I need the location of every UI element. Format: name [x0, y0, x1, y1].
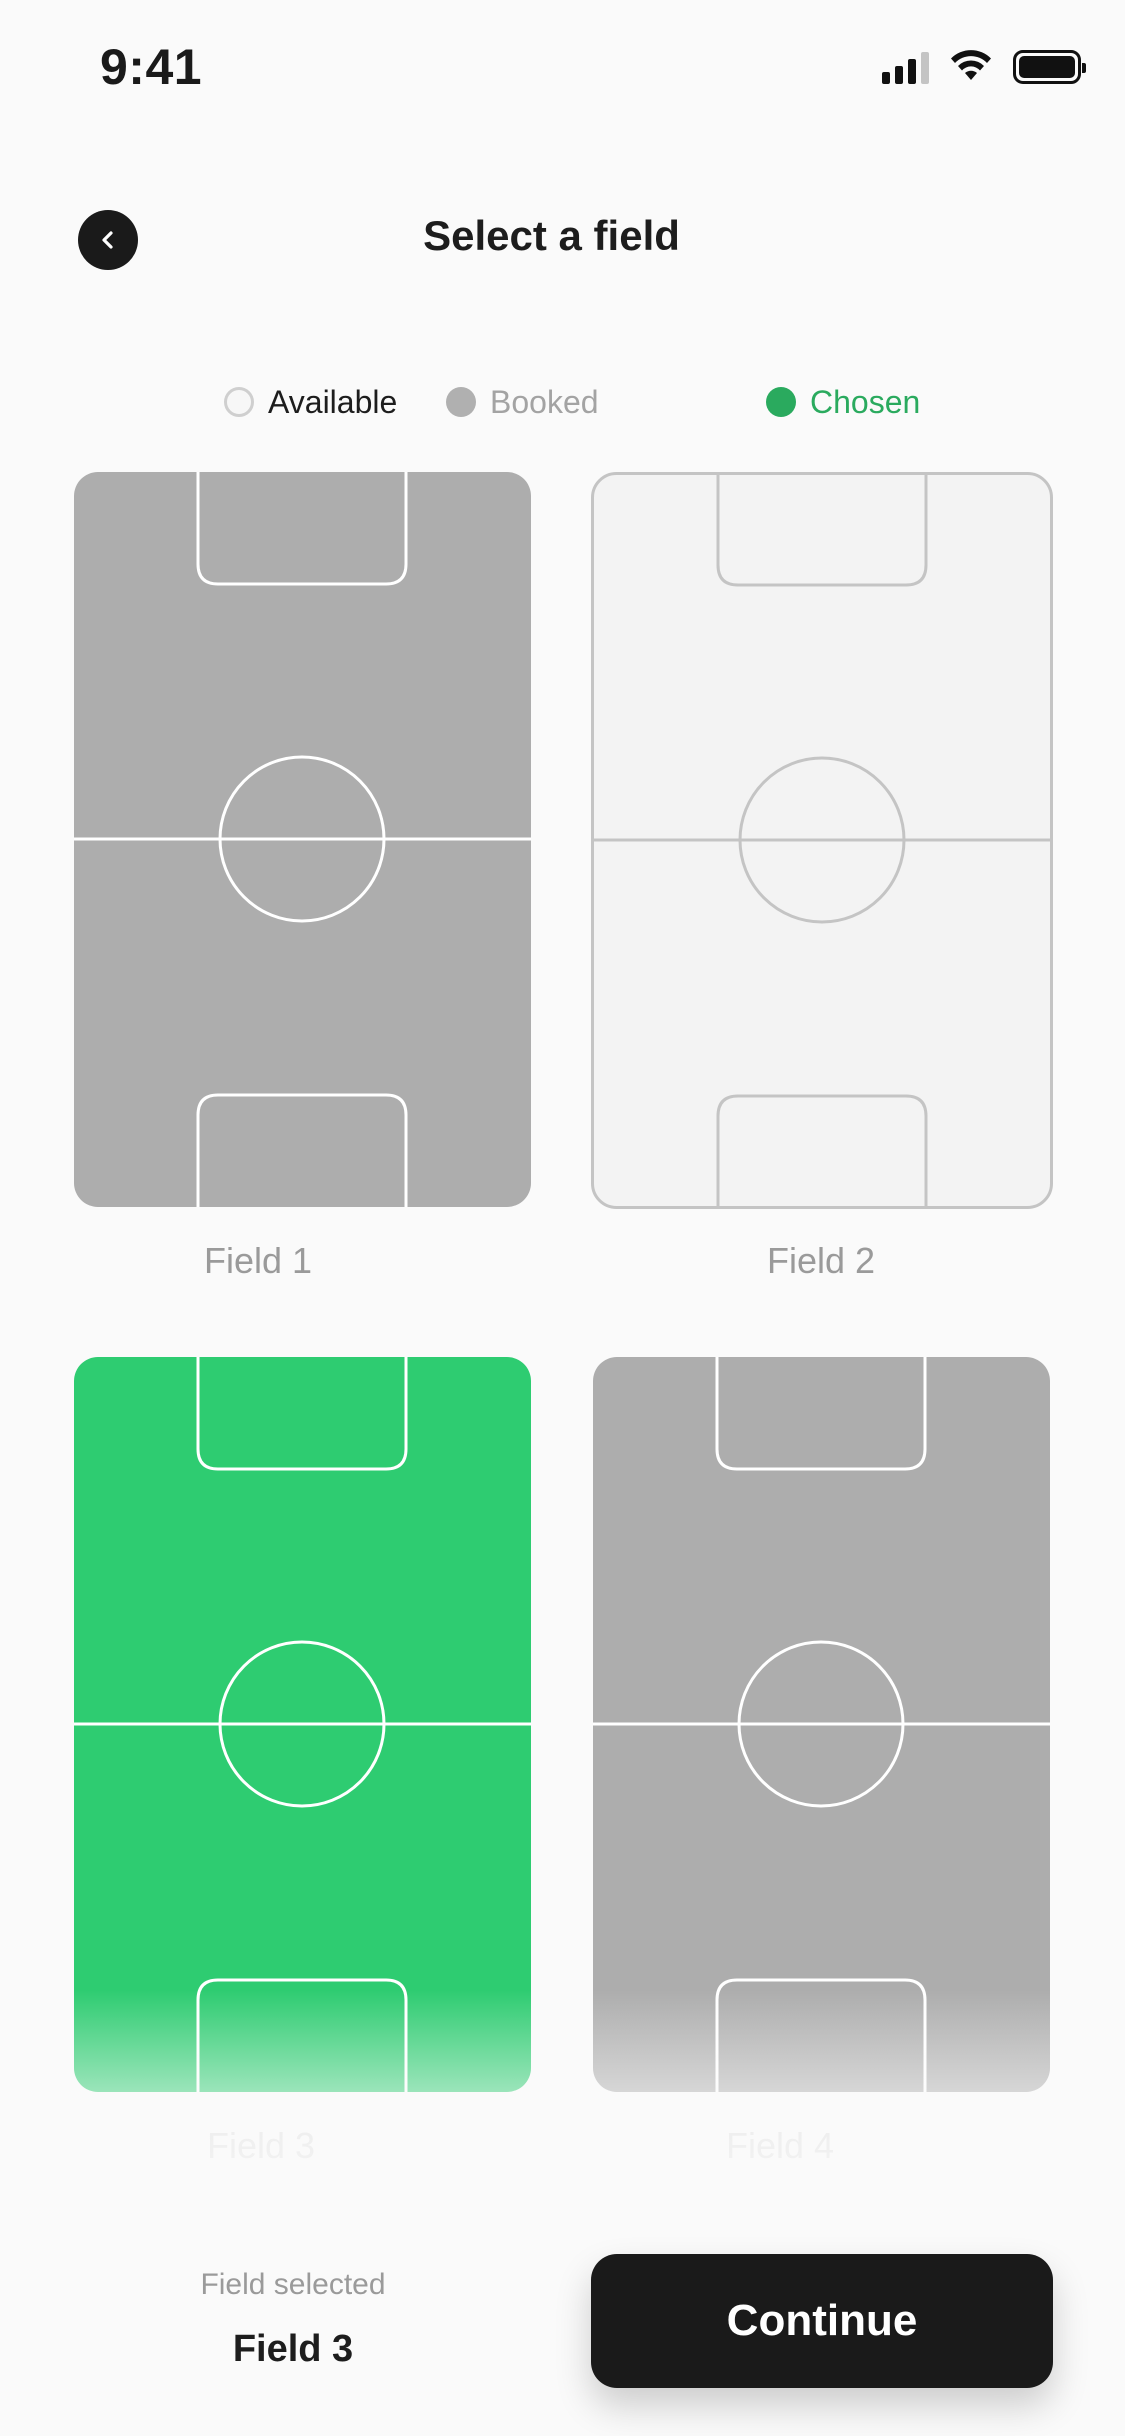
status-icons [882, 50, 1086, 84]
soccer-field-icon [74, 1357, 531, 2092]
field-card-4 [593, 1357, 1050, 2092]
booked-dot-icon [446, 387, 476, 417]
field-label-3: Field 3 [206, 2125, 316, 2166]
legend-chosen: Chosen [766, 380, 920, 424]
legend-chosen-label: Chosen [810, 383, 921, 420]
field-label-2: Field 2 [766, 1240, 876, 1281]
field-card-3[interactable] [74, 1357, 531, 2092]
legend: Available Booked Chosen [0, 380, 1125, 430]
soccer-field-icon [591, 472, 1053, 1209]
field-label-1: Field 1 [203, 1240, 313, 1281]
field-card-2[interactable] [591, 472, 1053, 1209]
status-time: 9:41 [100, 39, 203, 95]
available-dot-icon [224, 387, 254, 417]
legend-booked-label: Booked [490, 383, 599, 420]
selected-caption: Field selected [200, 2268, 386, 2301]
status-bar: 9:41 [0, 0, 1125, 132]
chosen-dot-icon [766, 387, 796, 417]
legend-booked: Booked [446, 380, 599, 424]
legend-available: Available [224, 380, 397, 424]
legend-available-label: Available [268, 383, 398, 420]
bottom-bar: Field selected Field 3 Continue [0, 2200, 1125, 2436]
soccer-field-icon [74, 472, 531, 1207]
battery-icon [1013, 50, 1086, 84]
page-title: Select a field [423, 212, 680, 259]
continue-button[interactable]: Continue [591, 2254, 1053, 2388]
soccer-field-icon [593, 1357, 1050, 2092]
field-card-1 [74, 472, 531, 1207]
selected-field-value: Field 3 [232, 2328, 354, 2370]
wifi-icon [951, 50, 991, 80]
field-label-4: Field 4 [725, 2125, 835, 2166]
signal-icon [882, 50, 929, 84]
